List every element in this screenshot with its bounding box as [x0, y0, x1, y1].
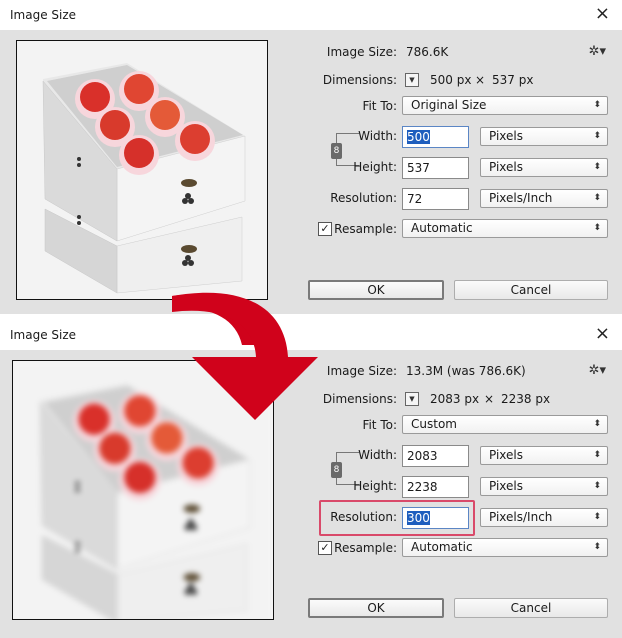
dimensions-label: Dimensions: [322, 392, 397, 406]
resolution-label: Resolution: [330, 191, 397, 205]
dialog-body: Image Size: 13.3M (was 786.6K) ✲▾ Dimens… [0, 350, 622, 638]
cancel-button[interactable]: Cancel [454, 598, 608, 618]
constrain-proportions-chain-icon[interactable]: 8 [331, 143, 342, 159]
select-arrows-icon: ⬍ [593, 131, 601, 141]
apple-box-photo [17, 41, 267, 299]
resample-select[interactable]: Automatic ⬍ [402, 219, 608, 238]
dimensions-dropdown-icon[interactable]: ▼ [405, 392, 419, 406]
image-size-dialog-after: Image Size × Image Size: 13.3M (was 786.… [0, 320, 622, 638]
dimensions-width: 2083 px [430, 392, 480, 406]
image-size-value: 13.3M (was 786.6K) [406, 364, 526, 378]
height-input[interactable]: 2238 [402, 476, 469, 498]
gear-icon[interactable]: ✲▾ [589, 44, 606, 59]
height-unit-select[interactable]: Pixels ⬍ [480, 158, 608, 177]
select-arrows-icon: ⬍ [593, 223, 601, 233]
height-label: Height: [353, 479, 397, 493]
height-input[interactable]: 537 [402, 157, 469, 179]
select-arrows-icon: ⬍ [593, 450, 601, 460]
image-size-label: Image Size: [326, 45, 397, 59]
dimensions-times: × [475, 73, 486, 87]
fit-to-label: Fit To: [362, 99, 397, 113]
dimensions-times: × [484, 392, 495, 406]
dimensions-height: 537 px [492, 73, 534, 87]
dimensions-label: Dimensions: [322, 73, 397, 87]
cancel-button[interactable]: Cancel [454, 280, 608, 300]
select-arrows-icon: ⬍ [593, 100, 601, 110]
fit-to-value: Custom [411, 417, 457, 431]
fit-to-select[interactable]: Custom ⬍ [402, 415, 608, 434]
width-label: Width: [358, 448, 397, 462]
resolution-input[interactable]: 300 [402, 507, 469, 529]
height-unit-select[interactable]: Pixels ⬍ [480, 477, 608, 496]
width-label: Width: [358, 129, 397, 143]
resample-checkbox[interactable]: ✓ [318, 541, 332, 555]
select-arrows-icon: ⬍ [593, 162, 601, 172]
fit-to-value: Original Size [411, 98, 487, 112]
width-input[interactable]: 2083 [402, 445, 469, 467]
resolution-input[interactable]: 72 [402, 188, 469, 210]
close-icon[interactable]: × [595, 4, 610, 24]
resample-label: Resample: [334, 541, 397, 555]
select-arrows-icon: ⬍ [593, 542, 601, 552]
width-input[interactable]: 500 [402, 126, 469, 148]
image-size-value: 786.6K [406, 45, 449, 59]
image-preview [12, 360, 274, 620]
width-unit-select[interactable]: Pixels ⬍ [480, 127, 608, 146]
constrain-proportions-chain-icon[interactable]: 8 [331, 462, 342, 478]
dimensions-width: 500 px [430, 73, 472, 87]
fit-to-select[interactable]: Original Size ⬍ [402, 96, 608, 115]
image-size-label: Image Size: [326, 364, 397, 378]
image-size-dialog-before: Image Size × Image Size: 786.6K ✲▾ Dimen… [0, 0, 622, 320]
ok-button[interactable]: OK [308, 280, 444, 300]
select-arrows-icon: ⬍ [593, 419, 601, 429]
close-icon[interactable]: × [595, 324, 610, 344]
apple-box-photo [13, 361, 273, 619]
title-bar: Image Size × [0, 0, 622, 30]
ok-button[interactable]: OK [308, 598, 444, 618]
dimensions-height: 2238 px [501, 392, 551, 406]
select-arrows-icon: ⬍ [593, 512, 601, 522]
resolution-unit-select[interactable]: Pixels/Inch ⬍ [480, 189, 608, 208]
image-preview [16, 40, 268, 300]
resample-checkbox[interactable]: ✓ [318, 222, 332, 236]
dialog-body: Image Size: 786.6K ✲▾ Dimensions: ▼ 500 … [0, 30, 622, 314]
resolution-unit-select[interactable]: Pixels/Inch ⬍ [480, 508, 608, 527]
resample-label: Resample: [334, 222, 397, 236]
select-arrows-icon: ⬍ [593, 193, 601, 203]
resolution-label: Resolution: [330, 510, 397, 524]
gear-icon[interactable]: ✲▾ [589, 363, 606, 378]
fit-to-label: Fit To: [362, 418, 397, 432]
height-label: Height: [353, 160, 397, 174]
select-arrows-icon: ⬍ [593, 481, 601, 491]
width-unit-select[interactable]: Pixels ⬍ [480, 446, 608, 465]
dimensions-dropdown-icon[interactable]: ▼ [405, 73, 419, 87]
resample-select[interactable]: Automatic ⬍ [402, 538, 608, 557]
dialog-title: Image Size [10, 328, 77, 342]
title-bar: Image Size × [0, 320, 622, 350]
dialog-title: Image Size [10, 8, 77, 22]
